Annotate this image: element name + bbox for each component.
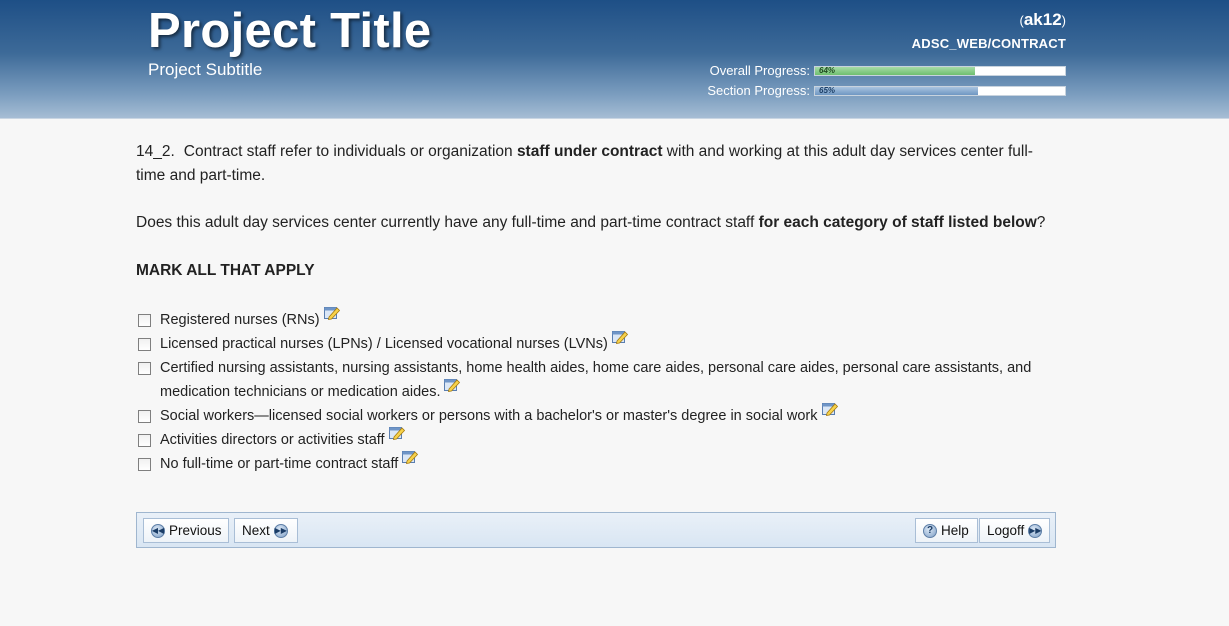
section-progress-label: Section Progress: [707, 83, 810, 98]
overall-progress-text: 64% [819, 66, 836, 75]
question-intro-text: Contract staff refer to individuals or o… [183, 143, 517, 160]
option-label: Activities directors or activities staff [160, 426, 1056, 453]
overall-progress: Overall Progress: 64% [710, 64, 1066, 78]
options-list: Registered nurses (RNs) Licensed practica… [136, 307, 1056, 477]
option-label: Certified nursing assistants, nursing as… [160, 357, 1056, 404]
note-edit-icon[interactable] [444, 377, 461, 392]
question-prompt-end: ? [1036, 214, 1046, 231]
overall-progress-fill [815, 67, 975, 75]
previous-label: Previous [169, 523, 222, 538]
note-edit-icon[interactable] [821, 401, 838, 416]
help-label: Help [941, 523, 969, 538]
section-progress-fill [815, 87, 978, 95]
overall-progress-bar: 64% [814, 66, 1066, 76]
question-prompt-bold: for each category of staff listed below [758, 214, 1037, 231]
option-label: No full-time or part-time contract staff [160, 450, 1056, 477]
option-label-text: No full-time or part-time contract staff [160, 455, 399, 472]
question-intro-bold: staff under contract [516, 143, 663, 160]
question-prompt: Does this adult day services center curr… [136, 211, 1056, 235]
option-checkbox[interactable] [138, 314, 151, 327]
option-checkbox[interactable] [138, 362, 151, 375]
user-id-line: (ak12) [1019, 10, 1066, 29]
option-item: Registered nurses (RNs) [136, 307, 1056, 333]
option-label-text: Registered nurses (RNs) [160, 312, 320, 328]
forward-circle-icon: ▶▶ [273, 523, 288, 538]
page-header: Project Title Project Subtitle (ak12) AD… [0, 0, 1229, 119]
option-label: Licensed practical nurses (LPNs) / Licen… [160, 331, 1056, 357]
question-number: 14_2. [136, 143, 175, 160]
note-edit-icon[interactable] [388, 425, 405, 440]
option-item: Activities directors or activities staff [136, 426, 1056, 453]
note-edit-icon[interactable] [611, 329, 628, 344]
option-label-text: Certified nursing assistants, nursing as… [160, 360, 1032, 400]
help-circle-icon: ? [923, 523, 937, 538]
option-checkbox[interactable] [138, 338, 151, 351]
user-path: ADSC_WEB/CONTRACT [911, 36, 1066, 51]
navigation-bar: ◀◀ Previous Next ▶▶ ? Help Logoff ▶▶ [136, 512, 1056, 548]
overall-progress-label: Overall Progress: [709, 63, 810, 78]
next-button[interactable]: Next ▶▶ [234, 518, 298, 543]
user-info: (ak12) ADSC_WEB/CONTRACT [912, 10, 1066, 54]
previous-button[interactable]: ◀◀ Previous [143, 518, 229, 543]
option-checkbox[interactable] [138, 457, 151, 471]
option-label-text: Activities directors or activities staff [160, 431, 385, 448]
option-item: Social workers—licensed social workers o… [136, 402, 1056, 429]
section-progress-bar: 65% [814, 86, 1066, 96]
question-content: 14_2. Contract staff refer to individuals… [136, 140, 1056, 492]
option-label: Registered nurses (RNs) [160, 307, 1056, 333]
logoff-label: Logoff [987, 523, 1025, 538]
option-checkbox[interactable] [138, 409, 151, 423]
option-label: Social workers—licensed social workers o… [160, 402, 1056, 429]
option-checkbox[interactable] [138, 433, 151, 447]
rewind-circle-icon: ◀◀ [151, 523, 165, 538]
question-instruction: MARK ALL THAT APPLY [136, 262, 315, 279]
option-item: Licensed practical nurses (LPNs) / Licen… [136, 331, 1056, 357]
note-edit-icon[interactable] [323, 305, 340, 320]
project-title: Project Title [148, 4, 432, 58]
option-label-text: Licensed practical nurses (LPNs) / Licen… [160, 336, 608, 352]
help-button[interactable]: ? Help [915, 518, 978, 543]
section-progress-text: 65% [819, 86, 836, 95]
next-label: Next [242, 523, 270, 538]
forward-circle-icon: ▶▶ [1028, 523, 1043, 538]
logoff-button[interactable]: Logoff ▶▶ [979, 518, 1050, 543]
project-subtitle: Project Subtitle [148, 60, 263, 79]
section-progress: Section Progress: 65% [707, 84, 1066, 98]
question-intro: 14_2. Contract staff refer to individuals… [136, 140, 1056, 188]
question-prompt-text: Does this adult day services center curr… [136, 214, 759, 231]
user-id: ak12 [1023, 10, 1062, 29]
option-item: Certified nursing assistants, nursing as… [136, 357, 1056, 404]
option-item: No full-time or part-time contract staff [136, 450, 1056, 477]
option-label-text: Social workers—licensed social workers o… [160, 407, 818, 424]
note-edit-icon[interactable] [402, 449, 419, 464]
